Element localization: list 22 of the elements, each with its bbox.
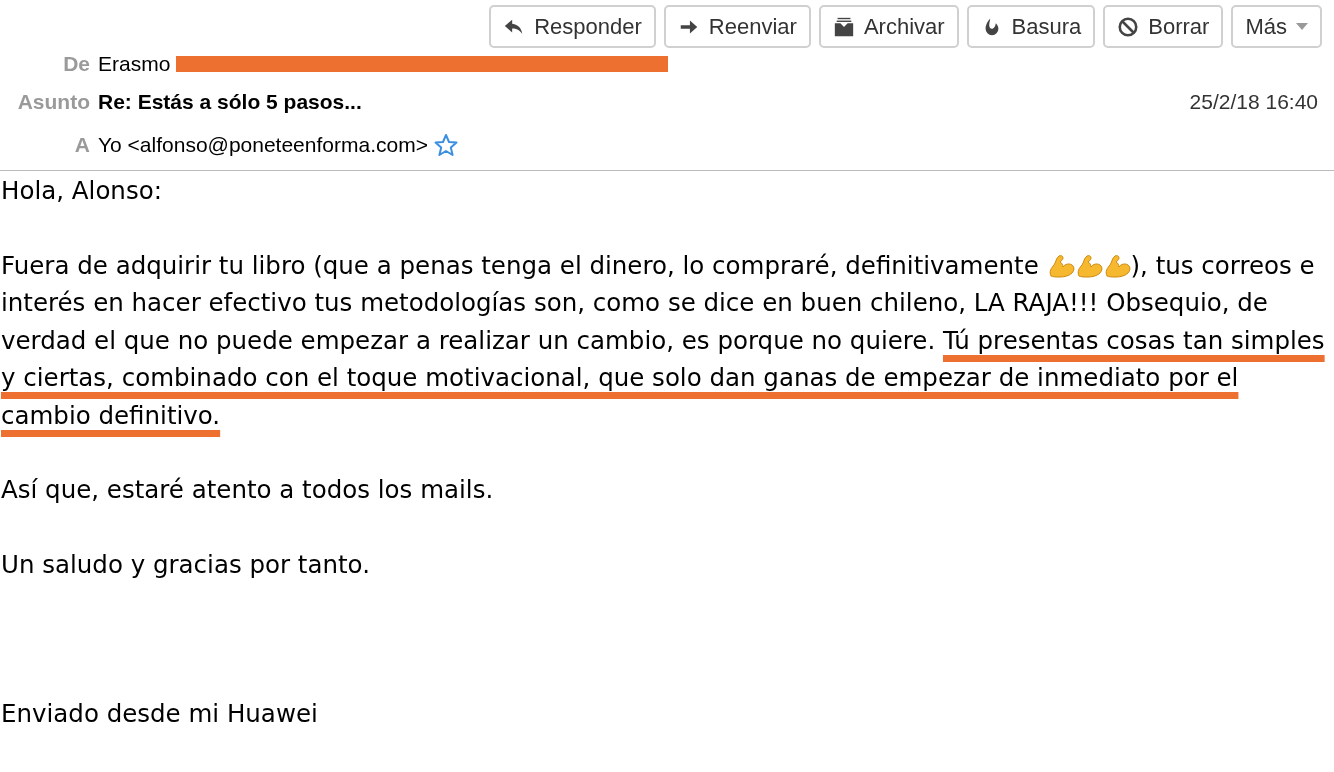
archive-box-icon [832,15,855,38]
field-label: De [62,51,90,77]
toolbar-button[interactable]: Archivar [818,5,959,48]
prohibited-icon [1117,15,1140,38]
subject-text: Re: Estás a sólo 5 pasos... [98,89,363,115]
message-line: Un saludo y gracias por tanto. [1,548,371,581]
caret-icon [1296,22,1308,31]
message-paragraph: Fuera de adquirir tu libro (que a penas tenga el dinero, lo compraré, definitivamente ), tus correos e interés en hacer efectivo tus metodologías son, como se dice en buen chileno, LA RAJA!!! Obsequio, de verdad el que no puede empezar a realizar un cambio, es porque no quiere. Tú presentas cosas tan simples y ciertas, combinado con el toque motivacional, que solo dan ganas de empezar de inmediato por el cambio definitivo. [1,249,1326,432]
more-menu-button[interactable]: Más [1231,5,1322,48]
message-line: Así que, estaré atento a todos los mails. [1,474,495,506]
toolbar-button[interactable]: Borrar [1103,5,1224,48]
sender-name: Erasmo [98,51,171,78]
field-label: Asunto [16,89,90,115]
date-text: 25/2/18 16:40 [1189,89,1318,115]
toolbar-button[interactable]: Reenviar [663,5,811,48]
signature-text: Enviado desde mi Huawei [1,698,319,730]
toolbar-button[interactable]: Responder [489,5,656,48]
star-icon[interactable] [433,133,458,157]
greeting-text: Hola, Alonso: [1,175,163,207]
recipient-address: Yo <alfonso@poneteenforma.com> [98,132,428,159]
field-label: A [73,132,90,158]
toolbar-button[interactable]: Basura [966,5,1096,48]
